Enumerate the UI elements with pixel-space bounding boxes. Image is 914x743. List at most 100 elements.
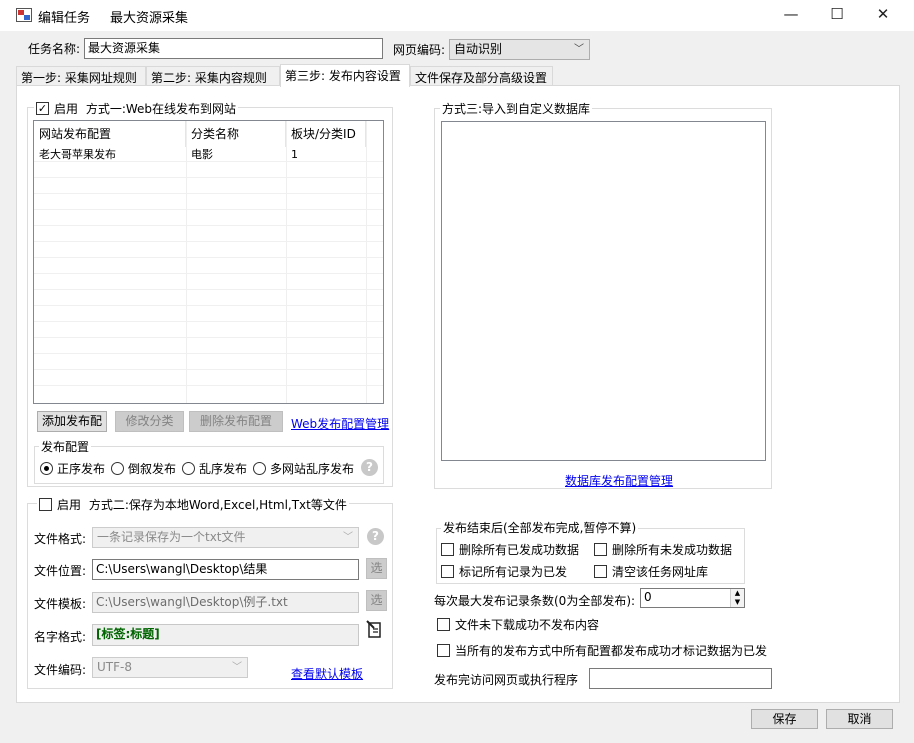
order-option-sequential[interactable]: 正序发布 (40, 460, 105, 477)
maximize-button[interactable]: ☐ (814, 0, 860, 31)
table-row-empty (34, 371, 383, 386)
table-row-empty (34, 259, 383, 274)
picker-icon[interactable] (366, 620, 384, 640)
file-format-value: 一条记录保存为一个txt文件 (97, 530, 246, 544)
option-clear-url-library[interactable]: 清空该任务网址库 (594, 563, 708, 580)
spin-down-icon[interactable]: ▼ (730, 598, 744, 607)
tab-file-save[interactable]: 文件保存及部分高级设置 (410, 66, 553, 86)
help-icon[interactable]: ? (361, 459, 378, 476)
save-button[interactable]: 保存 (751, 709, 818, 729)
dropdown-arrow-icon: ﹀ (574, 44, 584, 55)
order-option-reverse[interactable]: 倒叙发布 (111, 460, 176, 477)
method2-enable-label: 启用 (57, 498, 82, 512)
visit-after-publish-input[interactable] (589, 668, 772, 689)
file-encoding-value: UTF-8 (97, 660, 132, 674)
background-window-edge-left (0, 0, 12, 743)
title-bar: 编辑任务 最大资源采集 — ☐ ✕ (0, 0, 914, 31)
option-mark-all-published[interactable]: 标记所有记录为已发 (441, 563, 567, 580)
publish-config-title: 发布配置 (39, 438, 92, 455)
table-row-empty (34, 323, 383, 338)
file-template-input[interactable]: C:\Users\wangl\Desktop\例子.txt (92, 592, 359, 613)
checkbox[interactable] (437, 644, 450, 657)
minimize-button[interactable]: — (768, 0, 814, 31)
choose-template-button[interactable]: 选 (366, 590, 387, 611)
tab-step3[interactable]: 第三步: 发布内容设置 (280, 64, 410, 87)
table-cell: 1 (291, 148, 298, 161)
tab-step1[interactable]: 第一步: 采集网址规则 (16, 66, 146, 86)
option-no-publish-failed-download[interactable]: 文件未下载成功不发布内容 (437, 616, 599, 633)
radio-random[interactable] (182, 462, 195, 475)
spin-up-icon[interactable]: ▲ (730, 589, 744, 598)
radio-reverse[interactable] (111, 462, 124, 475)
checkbox[interactable] (441, 565, 454, 578)
column-header[interactable]: 分类名称 (186, 121, 286, 147)
background-window-edge-right (900, 0, 914, 743)
table-row-empty (34, 211, 383, 226)
publish-config-table[interactable]: 网站发布配置 分类名称 板块/分类ID 老大哥苹果发布 电影 1 (33, 120, 384, 404)
table-row[interactable]: 老大哥苹果发布 电影 1 (34, 147, 383, 162)
app-icon (16, 8, 32, 22)
method1-title: 方式一:Web在线发布到网站 (85, 102, 237, 116)
order-option-label: 多网站乱序发布 (270, 462, 355, 476)
order-option-random[interactable]: 乱序发布 (182, 460, 247, 477)
dropdown-arrow-icon: ﹀ (232, 662, 242, 673)
option-delete-success[interactable]: 删除所有已发成功数据 (441, 541, 579, 558)
window-title: 编辑任务 (38, 11, 91, 26)
checkbox[interactable] (441, 543, 454, 556)
edit-category-button[interactable]: 修改分类 (115, 411, 184, 432)
method2-enable-checkbox[interactable] (39, 498, 52, 511)
order-option-multi-random[interactable]: 多网站乱序发布 (253, 460, 354, 477)
file-encoding-select[interactable]: UTF-8 ﹀ (92, 657, 248, 678)
add-publish-config-button[interactable]: 添加发布配 (37, 411, 107, 432)
table-row-empty (34, 339, 383, 354)
name-format-input[interactable]: [标签:标题] (92, 624, 359, 646)
column-header[interactable]: 板块/分类ID (286, 121, 366, 147)
encoding-value: 自动识别 (454, 42, 503, 56)
option-delete-failed[interactable]: 删除所有未发成功数据 (594, 541, 732, 558)
after-publish-title: 发布结束后(全部发布完成,暂停不算) (441, 519, 639, 536)
table-header: 网站发布配置 分类名称 板块/分类ID (34, 121, 383, 147)
database-config-list[interactable] (441, 121, 766, 461)
web-publish-manage-link[interactable]: Web发布配置管理 (291, 415, 389, 432)
encoding-select[interactable]: 自动识别 ﹀ (449, 39, 590, 60)
radio-multi-random[interactable] (253, 462, 266, 475)
checkbox[interactable] (594, 565, 607, 578)
tab-step2[interactable]: 第二步: 采集内容规则 (146, 66, 280, 86)
max-records-spinner[interactable]: 0 ▲ ▼ (640, 588, 745, 608)
order-option-label: 正序发布 (57, 462, 106, 476)
window-subtitle: 最大资源采集 (110, 11, 189, 26)
method1-enable-checkbox[interactable] (36, 102, 49, 115)
database-publish-manage-link[interactable]: 数据库发布配置管理 (565, 472, 673, 489)
option-label: 删除所有未发成功数据 (612, 543, 733, 557)
checkbox[interactable] (437, 618, 450, 631)
file-location-input[interactable]: C:\Users\wangl\Desktop\结果 (92, 559, 359, 580)
edit-task-window: 编辑任务 最大资源采集 — ☐ ✕ 任务名称: 最大资源采集 网页编码: 自动识… (0, 0, 914, 743)
option-mark-when-all-success[interactable]: 当所有的发布方式中所有配置都发布成功才标记数据为已发 (437, 642, 767, 659)
method1-enable-label: 启用 (54, 102, 79, 116)
task-name-input[interactable]: 最大资源采集 (84, 38, 383, 59)
radio-sequential[interactable] (40, 462, 53, 475)
max-records-value: 0 (644, 590, 652, 604)
table-row-empty (34, 307, 383, 322)
file-format-select[interactable]: 一条记录保存为一个txt文件 ﹀ (92, 527, 359, 548)
table-row-empty (34, 243, 383, 258)
choose-location-button[interactable]: 选 (366, 558, 387, 579)
method1-header: 启用 方式一:Web在线发布到网站 (34, 100, 239, 117)
cancel-button[interactable]: 取消 (826, 709, 893, 729)
view-default-template-link[interactable]: 查看默认模板 (291, 665, 363, 682)
column-header[interactable]: 网站发布配置 (34, 121, 186, 147)
checkbox[interactable] (594, 543, 607, 556)
delete-publish-config-button[interactable]: 删除发布配置 (189, 411, 283, 432)
help-icon[interactable]: ? (367, 528, 384, 545)
method3-title: 方式三:导入到自定义数据库 (440, 100, 593, 117)
table-cell: 电影 (191, 148, 213, 161)
option-label: 清空该任务网址库 (612, 565, 709, 579)
table-cell: 老大哥苹果发布 (39, 148, 116, 161)
visit-after-publish-label: 发布完访问网页或执行程序 (434, 673, 579, 687)
close-button[interactable]: ✕ (860, 0, 906, 31)
table-row-empty (34, 275, 383, 290)
order-option-label: 倒叙发布 (128, 462, 177, 476)
option-label: 标记所有记录为已发 (459, 565, 568, 579)
max-records-label: 每次最大发布记录条数(0为全部发布): (434, 594, 636, 608)
table-row-empty (34, 355, 383, 370)
